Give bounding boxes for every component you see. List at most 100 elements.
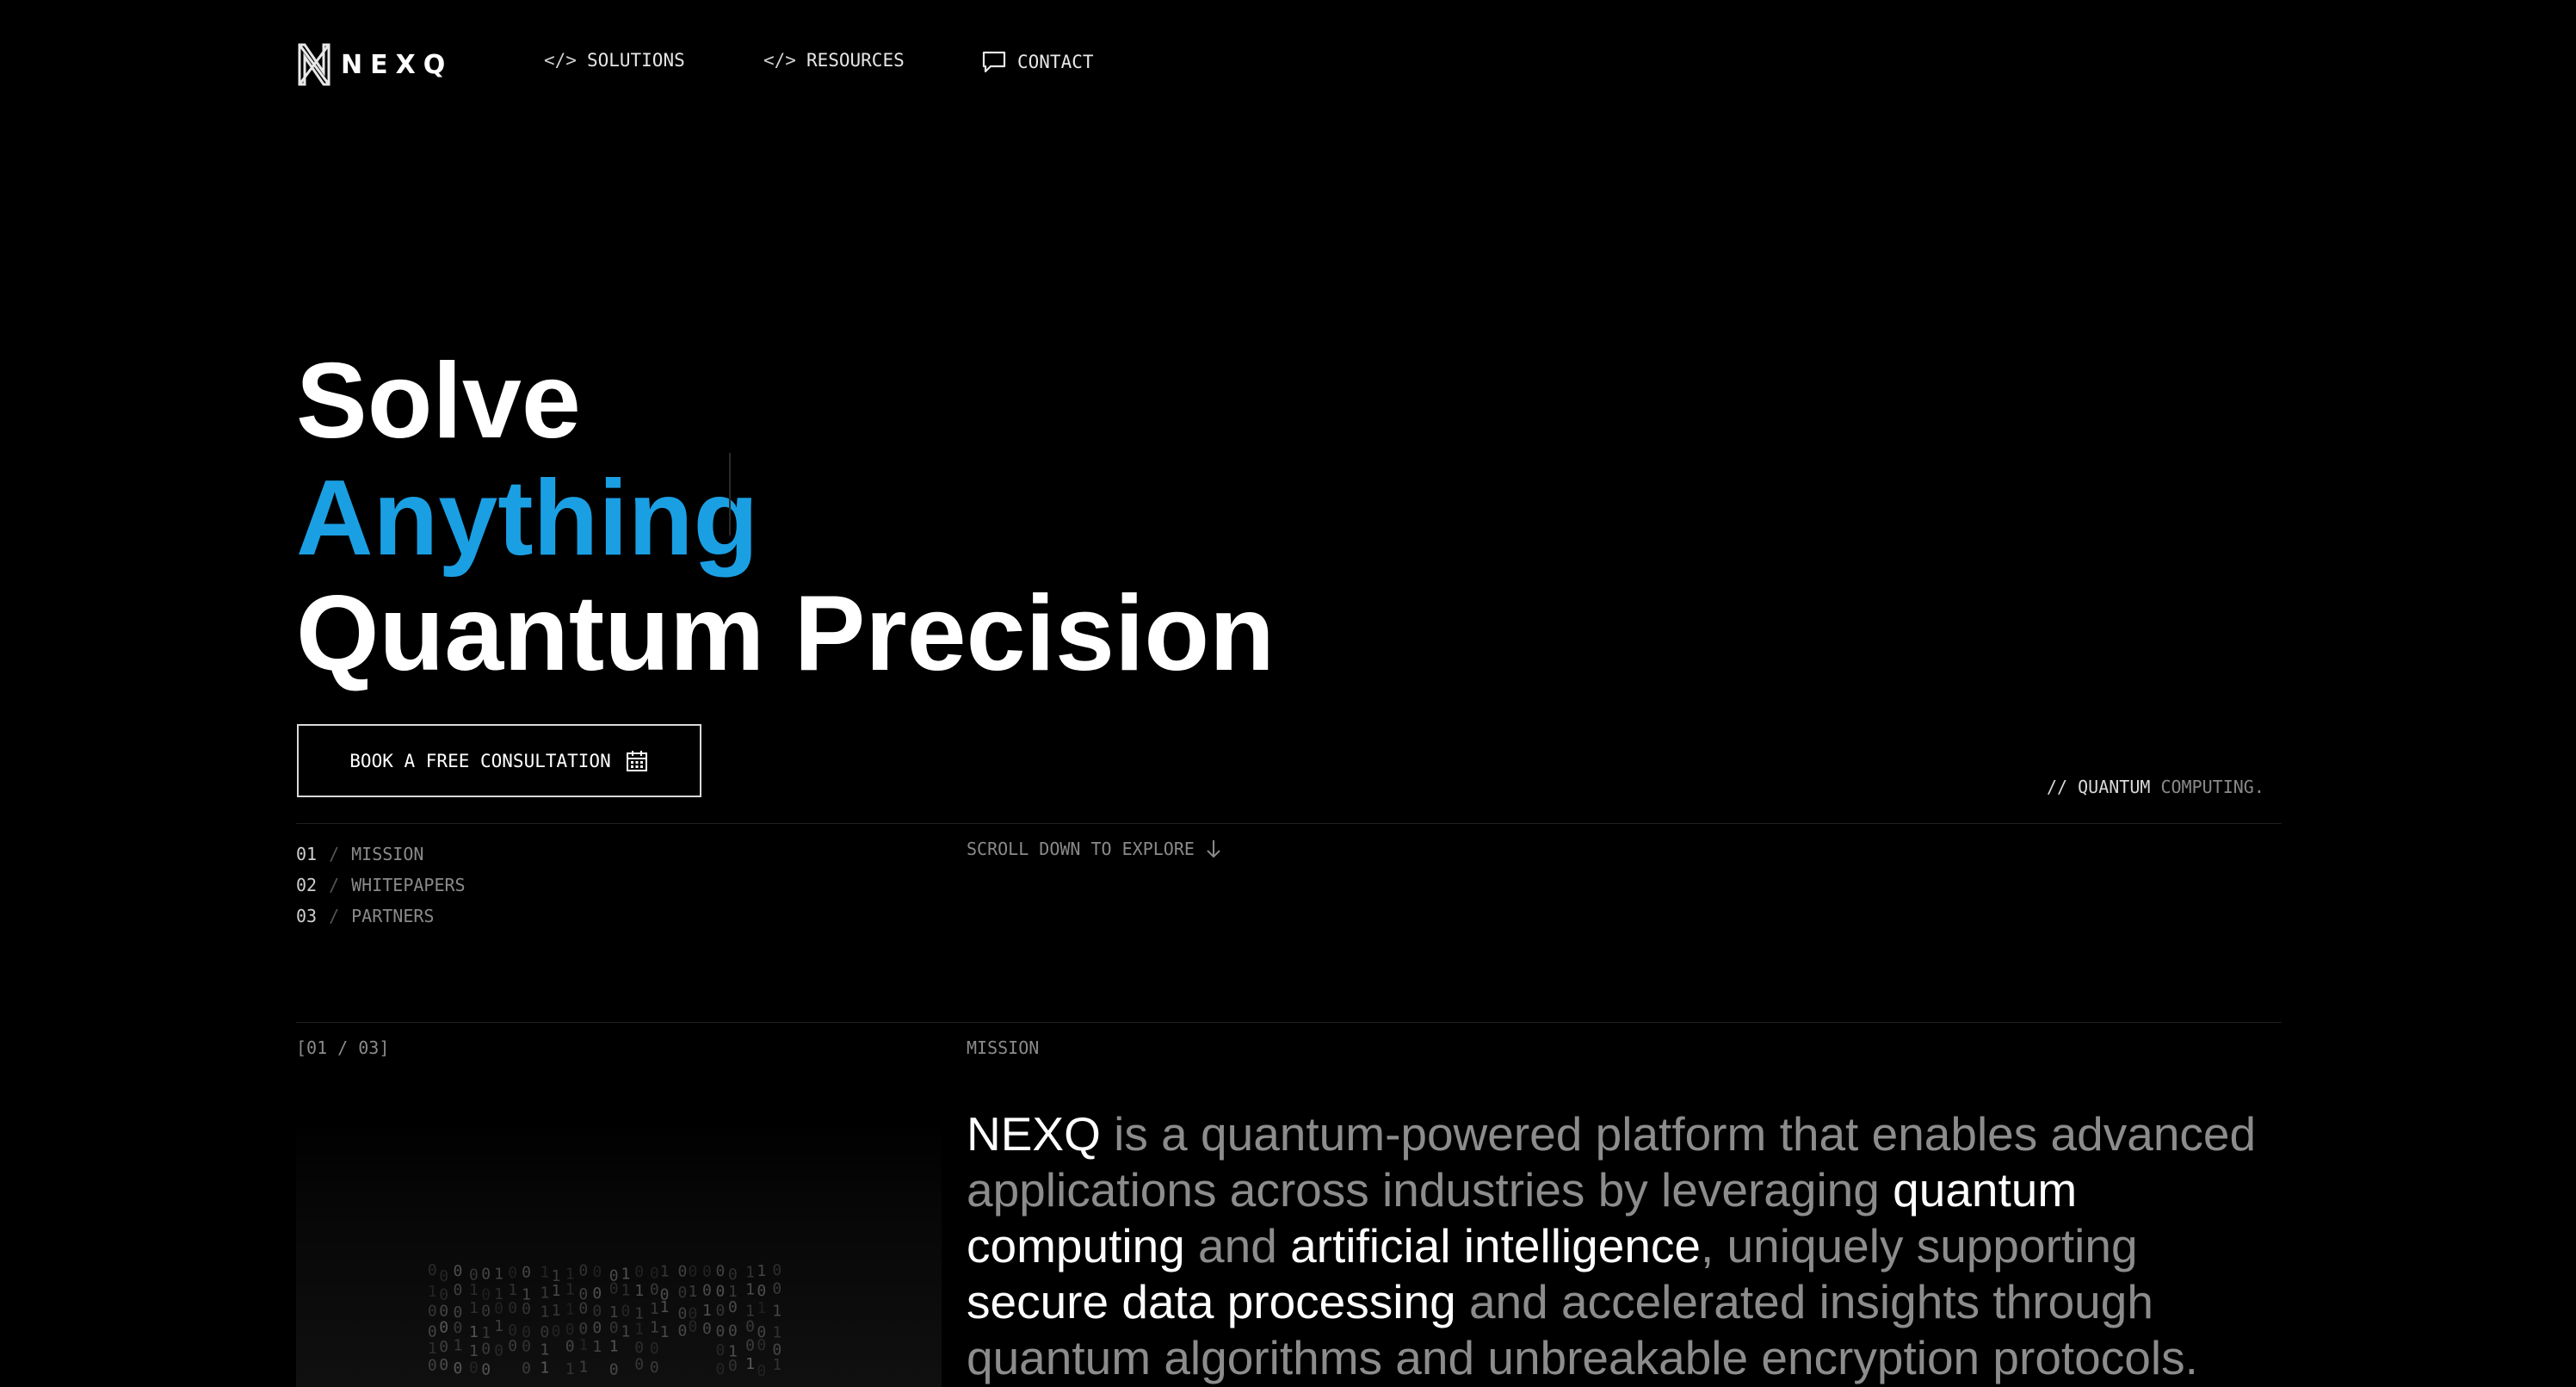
calendar-icon bbox=[626, 750, 647, 771]
binary-digit: 0 bbox=[454, 1262, 463, 1280]
binary-digit: 1 bbox=[745, 1263, 755, 1281]
index-item-whitepapers[interactable]: 02 / WHITEPAPERS bbox=[296, 870, 466, 901]
binary-digit: 1 bbox=[578, 1359, 588, 1377]
binary-digit: 0 bbox=[439, 1302, 448, 1320]
binary-digit: 0 bbox=[552, 1322, 561, 1341]
binary-digit: 0 bbox=[728, 1266, 738, 1284]
binary-digit: 0 bbox=[522, 1359, 531, 1378]
binary-digit: 1 bbox=[650, 1300, 659, 1318]
mission-statement: NEXQ is a quantum-powered platform that … bbox=[967, 1106, 2292, 1386]
brand-logo[interactable]: NEXQ bbox=[296, 41, 453, 88]
binary-digit: 1 bbox=[469, 1299, 479, 1317]
binary-digit: 0 bbox=[508, 1264, 517, 1282]
binary-digit: 0 bbox=[439, 1318, 448, 1336]
binary-digit: 0 bbox=[772, 1261, 781, 1279]
binary-digit: 0 bbox=[454, 1281, 463, 1299]
binary-digit: 0 bbox=[565, 1338, 575, 1356]
nexq-logo-icon bbox=[298, 43, 330, 86]
scroll-down-hint[interactable]: SCROLL DOWN TO EXPLORE bbox=[967, 839, 1222, 859]
code-icon: </> bbox=[763, 50, 796, 71]
binary-digit: 0 bbox=[728, 1298, 738, 1316]
index-item-mission[interactable]: 01 / MISSION bbox=[296, 839, 466, 870]
index-separator: / bbox=[329, 906, 340, 926]
binary-digit: 1 bbox=[660, 1323, 670, 1341]
binary-digit: 0 bbox=[716, 1283, 726, 1301]
binary-digit: 1 bbox=[454, 1336, 463, 1354]
binary-digit: 0 bbox=[757, 1362, 766, 1380]
mission-text-run: and bbox=[1184, 1219, 1291, 1272]
binary-digit: 0 bbox=[650, 1264, 659, 1282]
binary-digit: 0 bbox=[592, 1285, 602, 1303]
binary-digit: 1 bbox=[757, 1262, 766, 1280]
binary-digit: 0 bbox=[650, 1280, 659, 1298]
book-consultation-button[interactable]: BOOK A FREE CONSULTATION bbox=[297, 724, 701, 797]
binary-digit: 0 bbox=[494, 1299, 503, 1317]
binary-digit: 0 bbox=[634, 1263, 644, 1281]
binary-digit: 0 bbox=[522, 1300, 531, 1318]
binary-digit: 0 bbox=[702, 1320, 712, 1338]
binary-digit: 1 bbox=[552, 1302, 561, 1320]
mission-text-run: , uniquely supporting bbox=[1701, 1219, 2138, 1272]
binary-digit: 1 bbox=[540, 1263, 549, 1281]
binary-digit: 0 bbox=[702, 1263, 712, 1281]
index-number: 02 bbox=[296, 875, 318, 895]
binary-digit: 0 bbox=[508, 1299, 517, 1317]
binary-digit: 1 bbox=[772, 1303, 781, 1321]
binary-digit: 1 bbox=[540, 1341, 549, 1359]
binary-rain-graphic: 0100100000000000100111100001001101001000… bbox=[428, 1261, 781, 1380]
hero-line-3: Quantum Precision bbox=[296, 574, 1275, 693]
binary-digit: 0 bbox=[481, 1286, 491, 1304]
index-item-partners[interactable]: 03 / PARTNERS bbox=[296, 901, 466, 932]
binary-digit: 0 bbox=[745, 1318, 755, 1336]
binary-digit: 0 bbox=[481, 1341, 491, 1359]
binary-digit: 1 bbox=[565, 1301, 575, 1319]
binary-digit: 1 bbox=[565, 1280, 575, 1298]
binary-digit: 0 bbox=[494, 1342, 503, 1360]
section-index: 01 / MISSION 02 / WHITEPAPERS 03 / PARTN… bbox=[296, 839, 466, 932]
binary-digit: 1 bbox=[494, 1266, 503, 1284]
binary-digit: 1 bbox=[650, 1319, 659, 1337]
binary-digit: 1 bbox=[621, 1266, 631, 1284]
binary-digit: 1 bbox=[621, 1323, 631, 1341]
binary-digit: 0 bbox=[621, 1303, 631, 1321]
binary-digit: 1 bbox=[428, 1283, 437, 1301]
chat-bubble-icon bbox=[982, 51, 1006, 73]
binary-digit: 1 bbox=[494, 1317, 503, 1335]
section-counter: [01 / 03] bbox=[296, 1037, 390, 1058]
binary-digit: 1 bbox=[772, 1324, 781, 1342]
binary-digit: 1 bbox=[469, 1342, 479, 1360]
binary-digit: 0 bbox=[522, 1264, 531, 1282]
binary-digit: 0 bbox=[439, 1356, 448, 1374]
binary-digit: 0 bbox=[702, 1282, 712, 1300]
binary-digit: 1 bbox=[540, 1284, 549, 1302]
binary-digit: 0 bbox=[565, 1321, 575, 1339]
index-number: 03 bbox=[296, 906, 318, 926]
divider bbox=[296, 823, 2282, 824]
text-cursor bbox=[729, 453, 731, 536]
nav-resources[interactable]: </> RESOURCES bbox=[763, 50, 905, 71]
binary-digit: 0 bbox=[678, 1322, 688, 1341]
binary-digit: 1 bbox=[689, 1283, 698, 1301]
binary-digit: 0 bbox=[609, 1319, 619, 1337]
binary-digit: 1 bbox=[745, 1280, 755, 1298]
binary-digit: 0 bbox=[757, 1282, 766, 1300]
binary-digit: 0 bbox=[716, 1262, 726, 1280]
nav-solutions-label: SOLUTIONS bbox=[586, 50, 685, 71]
binary-digit: 0 bbox=[592, 1302, 602, 1320]
index-separator: / bbox=[329, 875, 340, 895]
scroll-hint-label: SCROLL DOWN TO EXPLORE bbox=[967, 839, 1195, 859]
nav-solutions[interactable]: </> SOLUTIONS bbox=[544, 50, 685, 71]
index-label: WHITEPAPERS bbox=[351, 875, 466, 895]
binary-digit: 0 bbox=[439, 1338, 448, 1356]
binary-digit: 0 bbox=[540, 1323, 549, 1341]
binary-digit: 0 bbox=[428, 1261, 437, 1279]
nav-contact-label: CONTACT bbox=[1017, 52, 1094, 72]
binary-digit: 1 bbox=[757, 1299, 766, 1317]
binary-digit: 1 bbox=[772, 1356, 781, 1374]
binary-digit: 0 bbox=[428, 1356, 437, 1374]
binary-digit: 0 bbox=[592, 1319, 602, 1337]
binary-digit: 1 bbox=[634, 1282, 644, 1300]
arrow-down-icon bbox=[1207, 840, 1220, 858]
binary-digit: 1 bbox=[621, 1282, 631, 1300]
nav-contact[interactable]: CONTACT bbox=[981, 50, 1094, 74]
